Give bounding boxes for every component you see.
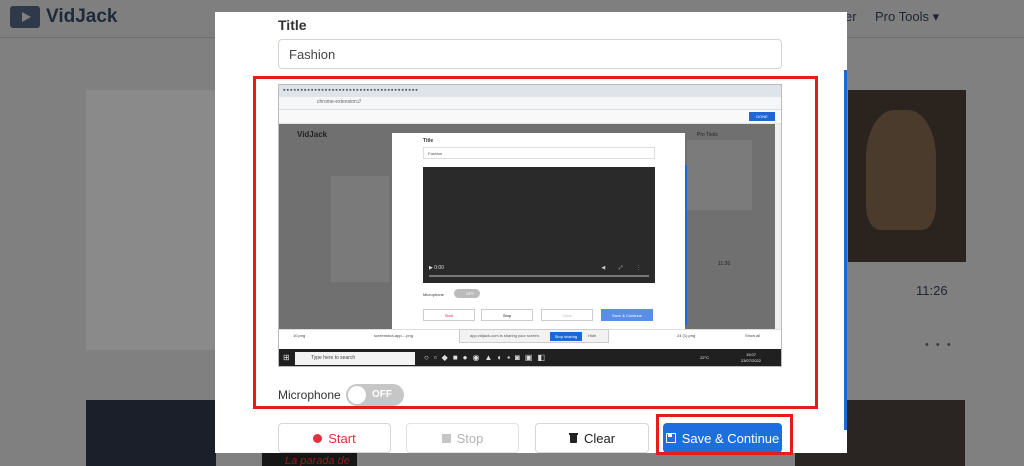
preview-modal: Title Fashion ▶ 0:00 ◀ ⤢ ⋮ Microphone OF… [392,133,685,329]
preview-side-card [687,140,752,210]
download-item: 24 (1).png [677,333,696,338]
preview-video-time: ▶ 0:00 [429,265,444,271]
more-options-icon[interactable]: • • • [925,339,953,351]
clock-date: 23/07/2022 [740,358,761,363]
nav-item-pro-tools[interactable]: Pro Tools ▾ [875,9,939,25]
video-thumbnail[interactable] [848,90,966,262]
record-modal: Title ▪▪▪▪▪▪▪▪▪▪▪▪▪▪▪▪▪▪▪▪▪▪▪▪▪▪▪▪▪▪▪▪▪▪… [215,12,847,455]
preview-start-button: Start [423,309,475,321]
browser-tab-strip: ▪▪▪▪▪▪▪▪▪▪▪▪▪▪▪▪▪▪▪▪▪▪▪▪▪▪▪▪▪▪▪▪▪▪▪▪▪▪▪ [279,85,781,97]
preview-video-controls: ◀ ⤢ ⋮ [601,265,647,271]
clear-label: Clear [583,430,616,446]
preview-modal-scrollbar [685,165,687,325]
toggle-knob [348,386,366,404]
brand-name: VidJack [46,6,118,27]
preview-nav: Pro Tools [697,132,718,138]
video-thumbnail[interactable] [86,400,216,466]
preview-time-value: 0:00 [434,265,444,271]
download-item: screenshot-app-...png [374,333,413,338]
chevron-down-icon: ▾ [932,9,940,24]
preview-save-button: Save & Continue [601,309,653,321]
preview-mic-toggle: OFF [454,289,480,298]
modal-scrollbar[interactable] [844,70,847,430]
screen-share-bar: app.vidjack.com is sharing your screen. … [459,329,609,343]
title-label: Title [278,17,307,33]
taskbar-search: Type here to search [295,352,415,365]
taskbar-clock: 19:07 23/07/2022 [741,352,761,364]
stop-sharing-button: Stop sharing [550,332,582,341]
show-all-link: Show all [745,333,761,338]
thumbnail-caption: La parada de [285,455,350,466]
tab-icons: ▪▪▪▪▪▪▪▪▪▪▪▪▪▪▪▪▪▪▪▪▪▪▪▪▪▪▪▪▪▪▪▪▪▪▪▪▪▪▪ [283,87,419,94]
preview-scrollbar [775,124,781,329]
microphone-label: Microphone [278,388,341,402]
preview-title-input: Fashion [423,147,655,159]
video-card-thumbnail[interactable] [86,90,216,350]
title-input[interactable] [278,39,782,69]
weather-readout: 22°C [700,355,709,360]
microphone-toggle[interactable]: OFF [346,384,404,406]
preview-clear-button: Clear [541,309,593,321]
preview-card [331,176,389,282]
annotation-toolbar: DONE [279,110,781,124]
windows-start-icon: ⊞ [283,353,290,362]
preview-stop-button: Stop [481,309,533,321]
preview-progress [429,275,649,277]
preview-side-time: 11:26 [718,261,731,267]
save-highlight-box [656,414,793,455]
hide-link: Hide [588,333,597,338]
stop-square-icon [441,433,451,443]
trash-icon [568,433,578,443]
done-button: DONE [749,112,775,121]
preview-brand: VidJack [297,130,328,139]
windows-taskbar: ⊞ Type here to search ○▫◆■●◉▲◐▪◙▣◧ 22°C … [279,349,781,366]
vidjack-logo-icon [10,6,40,28]
preview-video-player: ▶ 0:00 ◀ ⤢ ⋮ [423,167,655,283]
url-text: chrome-extension:// [317,99,361,105]
record-dot-icon [313,433,323,443]
stop-button[interactable]: Stop [406,423,519,453]
stop-label: Stop [456,430,484,446]
share-message: app.vidjack.com is sharing your screen. [470,333,541,338]
clear-button[interactable]: Clear [535,423,649,453]
address-bar: chrome-extension:// [279,97,781,110]
nav-pro-tools-label: Pro Tools [875,9,929,24]
preview-title-label: Title [423,138,434,144]
toggle-state: OFF [372,389,392,400]
start-button[interactable]: Start [278,423,391,453]
start-label: Start [328,430,356,446]
preview-mic-label: Microphone [423,292,444,297]
download-item: 10.png [293,333,306,338]
screen-preview: ▪▪▪▪▪▪▪▪▪▪▪▪▪▪▪▪▪▪▪▪▪▪▪▪▪▪▪▪▪▪▪▪▪▪▪▪▪▪▪ … [278,84,782,367]
taskbar-app-icons: ○▫◆■●◉▲◐▪◙▣◧ [424,353,550,362]
logo[interactable]: VidJack [10,6,117,28]
video-duration: 11:26 [916,283,948,298]
